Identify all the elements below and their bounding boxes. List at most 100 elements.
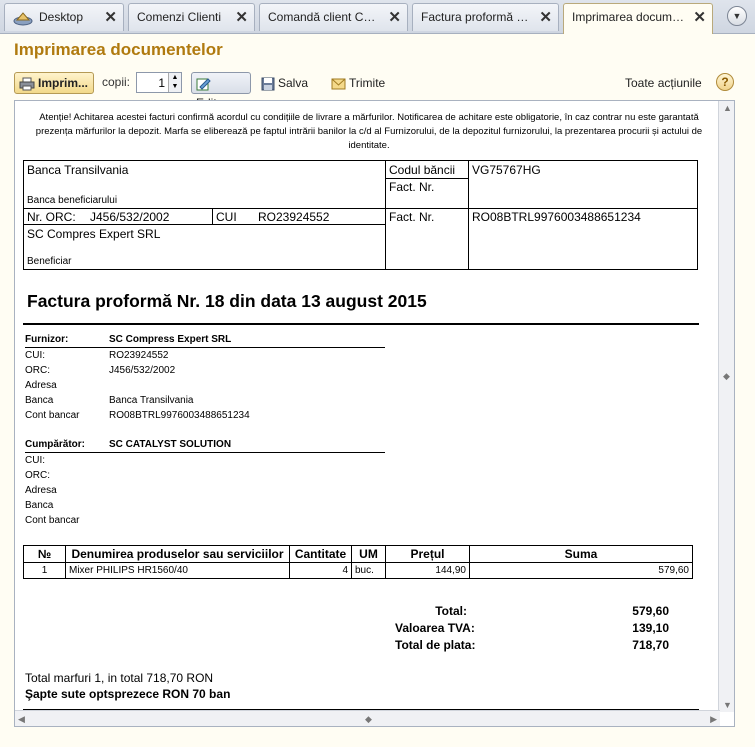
col-header: Prețul: [385, 545, 470, 563]
horizontal-scrollbar[interactable]: ◀ ◆ ▶: [15, 710, 720, 726]
bank-caption: Banca beneficiarului: [27, 195, 118, 206]
tab-imprimarea-documentelor[interactable]: Imprimarea document... ✕: [563, 3, 713, 34]
tab-comanda-client[interactable]: Comandă client CMF... ✕: [259, 3, 408, 31]
totals-block: Total: 579,60 Valoarea TVA: 139,10 Total…: [395, 603, 669, 654]
table-cell: Mixer PHILIPS HR1560/40: [65, 562, 290, 579]
close-icon[interactable]: ✕: [539, 4, 552, 31]
fact-nr-label: Fact. Nr.: [389, 210, 435, 224]
heading-divider: [23, 323, 699, 325]
notice-text: Atenție! Achitarea acestei facturi confi…: [35, 112, 703, 151]
buyer-row-label: CUI:: [25, 455, 45, 466]
bank-code-label: Codul băncii: [389, 163, 456, 177]
print-window: Imprimarea documentelor Imprim... copii:…: [0, 34, 755, 747]
tab-label: Factura proformă emi...: [421, 10, 535, 24]
all-actions-label: Toate acțiunile: [625, 76, 702, 90]
close-icon[interactable]: ✕: [388, 4, 401, 31]
print-label: Imprim...: [38, 76, 89, 90]
fact-nr-label: Fact. Nr.: [389, 180, 435, 194]
help-button[interactable]: ?: [716, 73, 734, 91]
supplier-row-value: Banca Transilvania: [109, 395, 194, 406]
tab-comenzi-clienti[interactable]: Comenzi Clienti ✕: [128, 3, 255, 31]
scroll-left-icon[interactable]: ◀: [18, 714, 25, 725]
buyer-title: Cumpărător:: [25, 439, 86, 450]
scroll-thumb-icon[interactable]: ◆: [365, 714, 372, 725]
account-value: RO08BTRL9976003488651234: [472, 210, 641, 224]
orc-value: J456/532/2002: [90, 210, 170, 224]
save-button[interactable]: Salva ...: [256, 72, 320, 110]
tab-desktop[interactable]: Desktop ✕: [4, 3, 124, 31]
buyer-name: SC CATALYST SOLUTION: [109, 439, 232, 450]
close-icon[interactable]: ✕: [104, 4, 117, 31]
summary-line: Total marfuri 1, in total 718,70 RON: [25, 671, 214, 685]
table-cell: 579,60: [469, 562, 693, 579]
scroll-thumb-icon[interactable]: ◆: [723, 371, 730, 382]
supplier-row-label: Adresa: [25, 380, 57, 391]
print-button[interactable]: Imprim...: [14, 72, 94, 94]
total-row: Total: 579,60: [395, 603, 669, 620]
supplier-name: SC Compress Expert SRL: [109, 334, 232, 345]
buyer-row-label: Cont bancar: [25, 515, 80, 526]
chevron-down-icon: ▼: [732, 11, 742, 21]
bank-code-value: VG75767HG: [472, 163, 541, 177]
bank-name: Banca Transilvania: [27, 163, 129, 177]
buyer-row-label: Adresa: [25, 485, 57, 496]
beneficiary-caption: Beneficiar: [27, 256, 72, 267]
envelope-icon: [331, 78, 346, 90]
table-cell: 1: [23, 562, 66, 579]
desktop-icon: [13, 12, 33, 26]
table-cell: 4: [289, 562, 352, 579]
send-button[interactable]: Trimite ...: [326, 72, 394, 110]
orc-label: Nr. ORC:: [27, 210, 76, 224]
buyer-row-label: ORC:: [25, 470, 50, 481]
tab-label: Imprimarea document...: [572, 10, 688, 24]
col-header: Denumirea produselor sau serviciilor: [65, 545, 290, 563]
cui-value: RO23924552: [258, 210, 330, 224]
total-row: Valoarea TVA: 139,10: [395, 620, 669, 637]
buyer-block: Cumpărător: SC CATALYST SOLUTION CUI: ORC…: [25, 437, 385, 528]
total-value: 718,70: [632, 638, 669, 652]
tab-factura-proforma[interactable]: Factura proformă emi... ✕: [412, 3, 559, 31]
tab-label: Comenzi Clienti: [137, 10, 222, 24]
total-label: Total de plata:: [395, 638, 476, 652]
buyer-row-label: Banca: [25, 500, 54, 511]
stepper-arrows[interactable]: ▲ ▼: [168, 73, 181, 92]
table-header-row: № Denumirea produselor sau serviciilor C…: [23, 545, 693, 563]
close-icon[interactable]: ✕: [235, 4, 248, 31]
table-cell: 144,90: [385, 562, 470, 579]
supplier-title: Furnizor:: [25, 334, 69, 345]
total-label: Valoarea TVA:: [395, 621, 475, 635]
document-viewport[interactable]: Atenție! Achitarea acestei facturi confi…: [14, 100, 735, 727]
scroll-down-icon[interactable]: ▼: [723, 700, 732, 710]
close-icon[interactable]: ✕: [693, 4, 706, 31]
scroll-right-icon[interactable]: ▶: [710, 714, 717, 725]
total-row: Total de plata: 718,70: [395, 637, 669, 654]
copies-stepper[interactable]: 1 ▲ ▼: [136, 72, 182, 93]
items-table: № Denumirea produselor sau serviciilor C…: [23, 545, 693, 579]
total-label: Total:: [435, 604, 467, 618]
table-row: 1 Mixer PHILIPS HR1560/40 4 buc. 144,90 …: [23, 562, 693, 579]
page-title: Imprimarea documentelor: [14, 40, 223, 59]
beneficiary-name: SC Compres Expert SRL: [27, 227, 161, 241]
scroll-up-icon[interactable]: ▲: [723, 103, 732, 113]
supplier-row-value: RO23924552: [109, 350, 169, 361]
supplier-row-value: RO08BTRL9976003488651234: [109, 410, 250, 421]
all-actions-menu[interactable]: Toate acțiunile ▼: [620, 72, 710, 109]
copies-label: copii:: [102, 75, 131, 89]
bank-details-box: Banca Transilvania Banca beneficiarului …: [23, 160, 698, 270]
copies-value[interactable]: 1: [158, 76, 165, 90]
supplier-row-value: J456/532/2002: [109, 365, 176, 376]
table-cell: buc.: [351, 562, 386, 579]
edit-button[interactable]: Editare: [191, 72, 251, 110]
cui-label: CUI: [216, 210, 237, 224]
tabs-menu-button[interactable]: ▼: [727, 6, 747, 26]
tab-label: Desktop: [39, 10, 84, 24]
vertical-scrollbar[interactable]: ▲ ◆ ▼: [718, 101, 734, 712]
col-header: Suma: [469, 545, 693, 563]
chevron-up-icon[interactable]: ▲: [172, 74, 179, 81]
edit-icon: [196, 78, 211, 91]
amount-in-words: Şapte sute optsprezece RON 70 ban: [25, 687, 231, 701]
printer-icon: [19, 77, 35, 91]
col-header: UM: [351, 545, 386, 563]
total-value: 579,60: [632, 604, 669, 618]
chevron-down-icon[interactable]: ▼: [172, 83, 179, 90]
